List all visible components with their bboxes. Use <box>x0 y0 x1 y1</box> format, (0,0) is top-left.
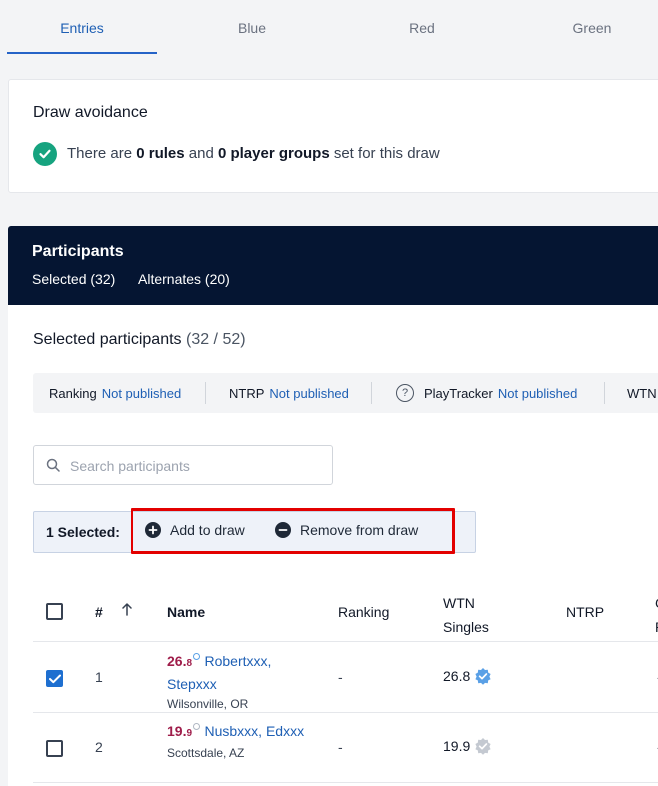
divider <box>371 382 372 404</box>
search-input[interactable] <box>70 455 320 477</box>
table-row[interactable]: 2 19.9 Nusbxxx, Edxxx Scottsdale, AZ - 1… <box>33 713 658 783</box>
participant-name-cell: 26.8 Robertxxx, Stepxxx Wilsonville, OR <box>167 651 307 713</box>
participants-title: Participants <box>32 243 124 260</box>
sort-arrow-up-icon[interactable] <box>121 602 133 619</box>
rating-value: 26.8 <box>167 653 192 669</box>
column-wtn-singles[interactable]: WTN Singles <box>443 591 489 639</box>
summary-prefix: There are <box>67 145 133 162</box>
divider <box>604 382 605 404</box>
wtn-value: 19.9 <box>443 738 471 754</box>
rating-main: 26. <box>167 653 187 669</box>
remove-from-draw-button[interactable]: Remove from draw <box>275 522 418 538</box>
tab-green[interactable]: Green <box>517 0 658 56</box>
ranking-label: Ranking <box>49 385 97 401</box>
table-header: # Name Ranking WTN Singles NTRP C P <box>33 581 658 642</box>
participant-location: Scottsdale, AZ <box>167 746 245 760</box>
rating-decimal: 9 <box>186 728 193 739</box>
selected-participants-label: Selected participants <box>33 331 182 348</box>
wtn-header-line2: Singles <box>443 619 489 635</box>
checkmark-icon <box>48 674 61 683</box>
column-number[interactable]: # <box>95 604 103 620</box>
column-name[interactable]: Name <box>167 604 205 620</box>
rating-decimal: 8 <box>186 658 193 669</box>
search-icon <box>46 458 60 472</box>
summary-suffix: set for this draw <box>333 145 440 162</box>
wtn-cell: 19.9 <box>443 737 492 755</box>
participant-name-link[interactable]: Nusbxxx, Edxxx <box>204 723 304 739</box>
wtn-header-line1: WTN <box>443 595 475 611</box>
participant-location: Wilsonville, OR <box>167 697 249 711</box>
verified-mini-icon <box>193 652 201 660</box>
playtracker-status-value: Not published <box>497 385 578 401</box>
remove-from-draw-label: Remove from draw <box>300 522 419 538</box>
wtn-status: WTN <box>627 373 657 413</box>
ntrp-status: NTRP Not published <box>229 373 349 413</box>
check-circle-icon <box>33 142 57 166</box>
search-box <box>33 445 333 485</box>
column-ntrp[interactable]: NTRP <box>566 604 604 620</box>
row-number: 1 <box>95 669 103 685</box>
selected-link[interactable]: Selected (32) <box>32 271 115 287</box>
add-to-draw-label: Add to draw <box>170 522 245 538</box>
rules-count: 0 rules <box>136 145 185 162</box>
divider <box>205 382 206 404</box>
ranking-cell: - <box>338 669 343 685</box>
unverified-badge-icon <box>475 738 491 755</box>
rating-value: 19.9 <box>167 723 192 739</box>
ranking-cell: - <box>338 739 343 755</box>
ntrp-label: NTRP <box>229 385 265 401</box>
select-all-checkbox[interactable] <box>46 603 63 620</box>
tab-blue[interactable]: Blue <box>177 0 327 56</box>
selected-count: 1 Selected: <box>46 524 120 540</box>
row-checkbox[interactable] <box>46 670 63 687</box>
playtracker-status: ? PlayTracker Not published <box>396 373 577 413</box>
selected-participants-count: (32 / 52) <box>185 331 246 348</box>
wtn-label: WTN <box>627 385 657 401</box>
wtn-cell: 26.8 <box>443 667 492 685</box>
tab-entries[interactable]: Entries <box>7 0 157 56</box>
tab-red[interactable]: Red <box>347 0 497 56</box>
minus-circle-icon <box>275 522 291 538</box>
row-checkbox[interactable] <box>46 740 63 757</box>
ranking-status-value: Not published <box>101 385 182 401</box>
row-number: 2 <box>95 739 103 755</box>
tab-bar: Entries Blue Red Green <box>0 0 658 56</box>
draw-avoidance-card: Draw avoidance There are 0 rules and 0 p… <box>8 79 658 193</box>
selection-action-bar: 1 Selected: Add to draw Remove from draw <box>33 508 476 554</box>
unverified-mini-icon <box>193 722 201 730</box>
player-groups-count: 0 player groups <box>217 145 330 162</box>
verified-badge-icon <box>475 668 491 685</box>
add-to-draw-button[interactable]: Add to draw <box>145 522 245 538</box>
participants-card: Participants Selected (32) Alternates (2… <box>8 226 658 786</box>
draw-avoidance-summary: There are 0 rules and 0 player groups se… <box>67 145 440 162</box>
alternates-link[interactable]: Alternates (20) <box>138 271 230 287</box>
draw-avoidance-title: Draw avoidance <box>33 104 148 121</box>
wtn-value: 26.8 <box>443 668 471 684</box>
question-circle-icon[interactable]: ? <box>396 384 414 402</box>
column-ranking[interactable]: Ranking <box>338 604 389 620</box>
selected-participants-title: Selected participants (32 / 52) <box>33 331 246 349</box>
summary-mid: and <box>188 145 214 162</box>
ranking-status: Ranking Not published <box>49 373 181 413</box>
participant-name-cell: 19.9 Nusbxxx, Edxxx Scottsdale, AZ <box>167 721 307 762</box>
plus-circle-icon <box>145 522 161 538</box>
playtracker-label: PlayTracker <box>424 385 493 401</box>
rating-main: 19. <box>167 723 187 739</box>
table-row[interactable]: 1 26.8 Robertxxx, Stepxxx Wilsonville, O… <box>33 643 658 713</box>
ntrp-status-value: Not published <box>269 385 349 401</box>
ranking-status-bar: Ranking Not published NTRP Not published… <box>33 373 658 413</box>
participants-header: Participants Selected (32) Alternates (2… <box>8 226 658 305</box>
